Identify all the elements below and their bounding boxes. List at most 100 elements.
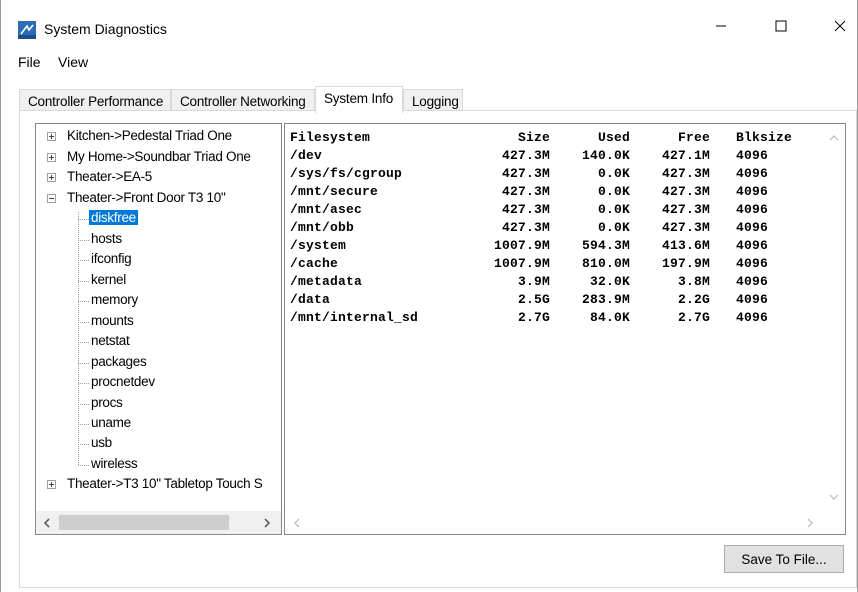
cell-size: 2.5G — [517, 292, 550, 307]
scroll-down-button[interactable] — [825, 488, 843, 506]
table-row: /data 2.5G 283.9M 2.2G 4096 — [290, 292, 768, 310]
title-bar[interactable]: System Diagnostics — [1, 0, 857, 48]
scroll-up-button[interactable] — [825, 129, 843, 147]
cell-used: 594.3M — [581, 238, 630, 253]
maximize-icon — [775, 20, 787, 32]
table-row: /mnt/internal_sd 2.7G 84.0K 2.7G 4096 — [290, 310, 768, 328]
cell-blksize: 4096 — [736, 220, 769, 235]
tab-system-info[interactable]: System Info — [315, 86, 403, 113]
tree-node-label: Theater->EA-5 — [67, 169, 153, 184]
cell-size: 427.3M — [501, 148, 550, 163]
cell-size: 427.3M — [501, 220, 550, 235]
cell-free: 427.3M — [661, 184, 710, 199]
cell-blksize: 4096 — [736, 274, 769, 289]
scroll-left-button[interactable] — [38, 514, 56, 532]
tree-leaf-label: ifconfig — [91, 251, 132, 266]
tree-branch-line — [78, 260, 89, 261]
tab-controller-performance[interactable]: Controller Performance — [19, 89, 171, 112]
tree-branch-line — [78, 383, 89, 384]
cell-filesystem: /metadata — [290, 274, 363, 289]
cell-free: 3.8M — [677, 274, 710, 289]
tree-node-label: Kitchen->Pedestal Triad One — [67, 128, 232, 143]
cell-filesystem: /mnt/internal_sd — [290, 310, 419, 325]
cell-size: 2.7G — [517, 310, 550, 325]
cell-filesystem: /cache — [290, 256, 339, 271]
system-diagnostics-window: System Diagnostics File View Controller … — [0, 0, 858, 592]
cell-filesystem: /mnt/secure — [290, 184, 379, 199]
tree-leaf-label: usb — [91, 435, 112, 450]
tree-branch-line — [78, 444, 89, 445]
cell-size: 427.3M — [501, 202, 550, 217]
chevron-right-icon — [264, 518, 271, 528]
tree-leaf-label: procnetdev — [91, 374, 155, 389]
collapse-icon[interactable] — [47, 194, 56, 203]
close-icon — [834, 20, 846, 32]
device-tree[interactable]: Kitchen->Pedestal Triad One My Home->Sou… — [35, 123, 282, 535]
header-free: Free — [677, 130, 710, 145]
chevron-down-icon — [829, 494, 839, 500]
diskfree-output[interactable]: Filesystem Size Used Free Blksize /dev 4… — [284, 123, 846, 535]
cell-blksize: 4096 — [736, 238, 769, 253]
tree-branch-line — [78, 301, 89, 302]
cell-filesystem: /mnt/obb — [290, 220, 355, 235]
expand-icon[interactable] — [47, 173, 56, 182]
cell-blksize: 4096 — [736, 202, 769, 217]
scroll-left-button[interactable] — [288, 514, 306, 532]
tab-controller-networking[interactable]: Controller Networking — [171, 89, 315, 112]
cell-used: 810.0M — [581, 256, 630, 271]
expand-icon[interactable] — [47, 480, 56, 489]
header-used: Used — [597, 130, 630, 145]
cell-free: 2.7G — [677, 310, 710, 325]
cell-filesystem: /mnt/asec — [290, 202, 363, 217]
menu-bar: File View — [1, 50, 857, 74]
cell-free: 427.3M — [661, 202, 710, 217]
cell-size: 3.9M — [517, 274, 550, 289]
scrollbar-thumb[interactable] — [59, 515, 229, 530]
table-row: /metadata 3.9M 32.0K 3.8M 4096 — [290, 274, 768, 292]
cell-used: 0.0K — [597, 184, 630, 199]
output-horizontal-scrollbar[interactable] — [285, 511, 822, 534]
tree-branch-line — [78, 424, 89, 425]
menu-file[interactable]: File — [18, 54, 41, 70]
cell-used: 32.0K — [589, 274, 630, 289]
tree-branch-line — [78, 465, 89, 466]
minimize-button[interactable] — [698, 10, 744, 42]
tree-branch-line — [78, 281, 89, 282]
diskfree-header-row: Filesystem Size Used Free Blksize — [290, 130, 792, 148]
tree-node-label: Theater->Front Door T3 10" — [67, 190, 226, 205]
table-row: /system 1007.9M 594.3M 413.6M 4096 — [290, 238, 768, 256]
cell-blksize: 4096 — [736, 256, 769, 271]
tree-node-label: My Home->Soundbar Triad One — [67, 149, 251, 164]
menu-view[interactable]: View — [58, 54, 88, 70]
cell-free: 2.2G — [677, 292, 710, 307]
cell-used: 283.9M — [581, 292, 630, 307]
save-to-file-button[interactable]: Save To File... — [724, 545, 844, 573]
table-row: /sys/fs/cgroup 427.3M 0.0K 427.3M 4096 — [290, 166, 768, 184]
tree-branch-line — [78, 219, 89, 220]
cell-free: 197.9M — [661, 256, 710, 271]
expand-icon[interactable] — [47, 132, 56, 141]
window-title: System Diagnostics — [44, 21, 167, 37]
tree-leaf-label: netstat — [91, 333, 130, 348]
output-vertical-scrollbar[interactable] — [822, 124, 845, 510]
tree-leaf-label: memory — [91, 292, 138, 307]
cell-blksize: 4096 — [736, 292, 769, 307]
chevron-up-icon — [829, 135, 839, 141]
scroll-right-button[interactable] — [258, 514, 276, 532]
cell-used: 0.0K — [597, 220, 630, 235]
chevron-left-icon — [43, 518, 50, 528]
cell-filesystem: /system — [290, 238, 347, 253]
tree-branch-line — [78, 363, 89, 364]
maximize-button[interactable] — [758, 10, 804, 42]
close-button[interactable] — [817, 10, 858, 42]
tree-horizontal-scrollbar[interactable] — [36, 511, 281, 534]
tab-logging[interactable]: Logging — [403, 89, 463, 112]
cell-size: 427.3M — [501, 166, 550, 181]
scroll-right-button[interactable] — [801, 514, 819, 532]
tree-connector — [78, 212, 79, 465]
expand-icon[interactable] — [47, 153, 56, 162]
table-row: /mnt/obb 427.3M 0.0K 427.3M 4096 — [290, 220, 768, 238]
tree-leaf-label: mounts — [91, 313, 134, 328]
tree-branch-line — [78, 322, 89, 323]
cell-blksize: 4096 — [736, 148, 769, 163]
